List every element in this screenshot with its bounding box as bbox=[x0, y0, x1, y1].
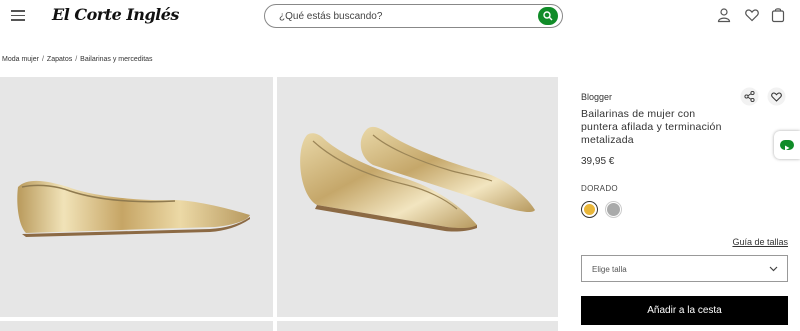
product-price: 39,95 € bbox=[581, 156, 615, 167]
search-icon bbox=[543, 11, 553, 21]
site-header: El Corte Inglés bbox=[0, 0, 800, 32]
site-logo[interactable]: El Corte Inglés bbox=[52, 5, 179, 24]
breadcrumb-item-zapatos[interactable]: Zapatos bbox=[47, 56, 72, 63]
search-bar bbox=[264, 4, 563, 28]
product-image-side[interactable] bbox=[0, 77, 273, 317]
breadcrumb-item-moda-mujer[interactable]: Moda mujer bbox=[2, 56, 39, 63]
size-guide-link[interactable]: Guía de tallas bbox=[732, 237, 788, 247]
shoe-side-view-image bbox=[17, 180, 250, 237]
size-select-placeholder: Elige talla bbox=[592, 265, 627, 274]
product-brand[interactable]: Blogger bbox=[581, 92, 612, 102]
chat-tab[interactable] bbox=[774, 131, 800, 159]
breadcrumb-separator: / bbox=[75, 56, 78, 63]
product-image-pair[interactable] bbox=[277, 77, 558, 317]
search-input[interactable] bbox=[279, 8, 529, 24]
product-title: Bailarinas de mujer con puntera afilada … bbox=[581, 108, 722, 146]
menu-icon[interactable] bbox=[11, 10, 25, 21]
share-icon bbox=[740, 87, 759, 106]
shoe-pair-image bbox=[300, 126, 535, 232]
heart-icon bbox=[767, 87, 786, 106]
breadcrumb: Moda mujer / Zapatos / Bailarinas y mercedit… bbox=[2, 56, 153, 63]
swatch-gold[interactable] bbox=[581, 201, 598, 218]
share-button[interactable] bbox=[740, 87, 759, 106]
product-image-4[interactable] bbox=[277, 321, 558, 331]
breadcrumb-item-bailarinas[interactable]: Bailarinas y merceditas bbox=[80, 56, 152, 63]
add-to-cart-button[interactable]: Añadir a la cesta bbox=[581, 296, 788, 325]
user-icon[interactable] bbox=[716, 7, 732, 23]
breadcrumb-separator: / bbox=[41, 56, 44, 63]
chevron-down-icon bbox=[769, 266, 778, 272]
size-select[interactable]: Elige talla bbox=[581, 255, 788, 282]
wishlist-button[interactable] bbox=[767, 87, 786, 106]
search-button[interactable] bbox=[538, 7, 558, 25]
swatch-silver[interactable] bbox=[605, 201, 622, 218]
color-label: DORADO bbox=[581, 184, 618, 193]
bag-icon[interactable] bbox=[770, 7, 786, 23]
heart-icon[interactable] bbox=[744, 7, 760, 23]
chat-icon bbox=[780, 140, 794, 151]
product-image-3[interactable] bbox=[0, 321, 273, 331]
